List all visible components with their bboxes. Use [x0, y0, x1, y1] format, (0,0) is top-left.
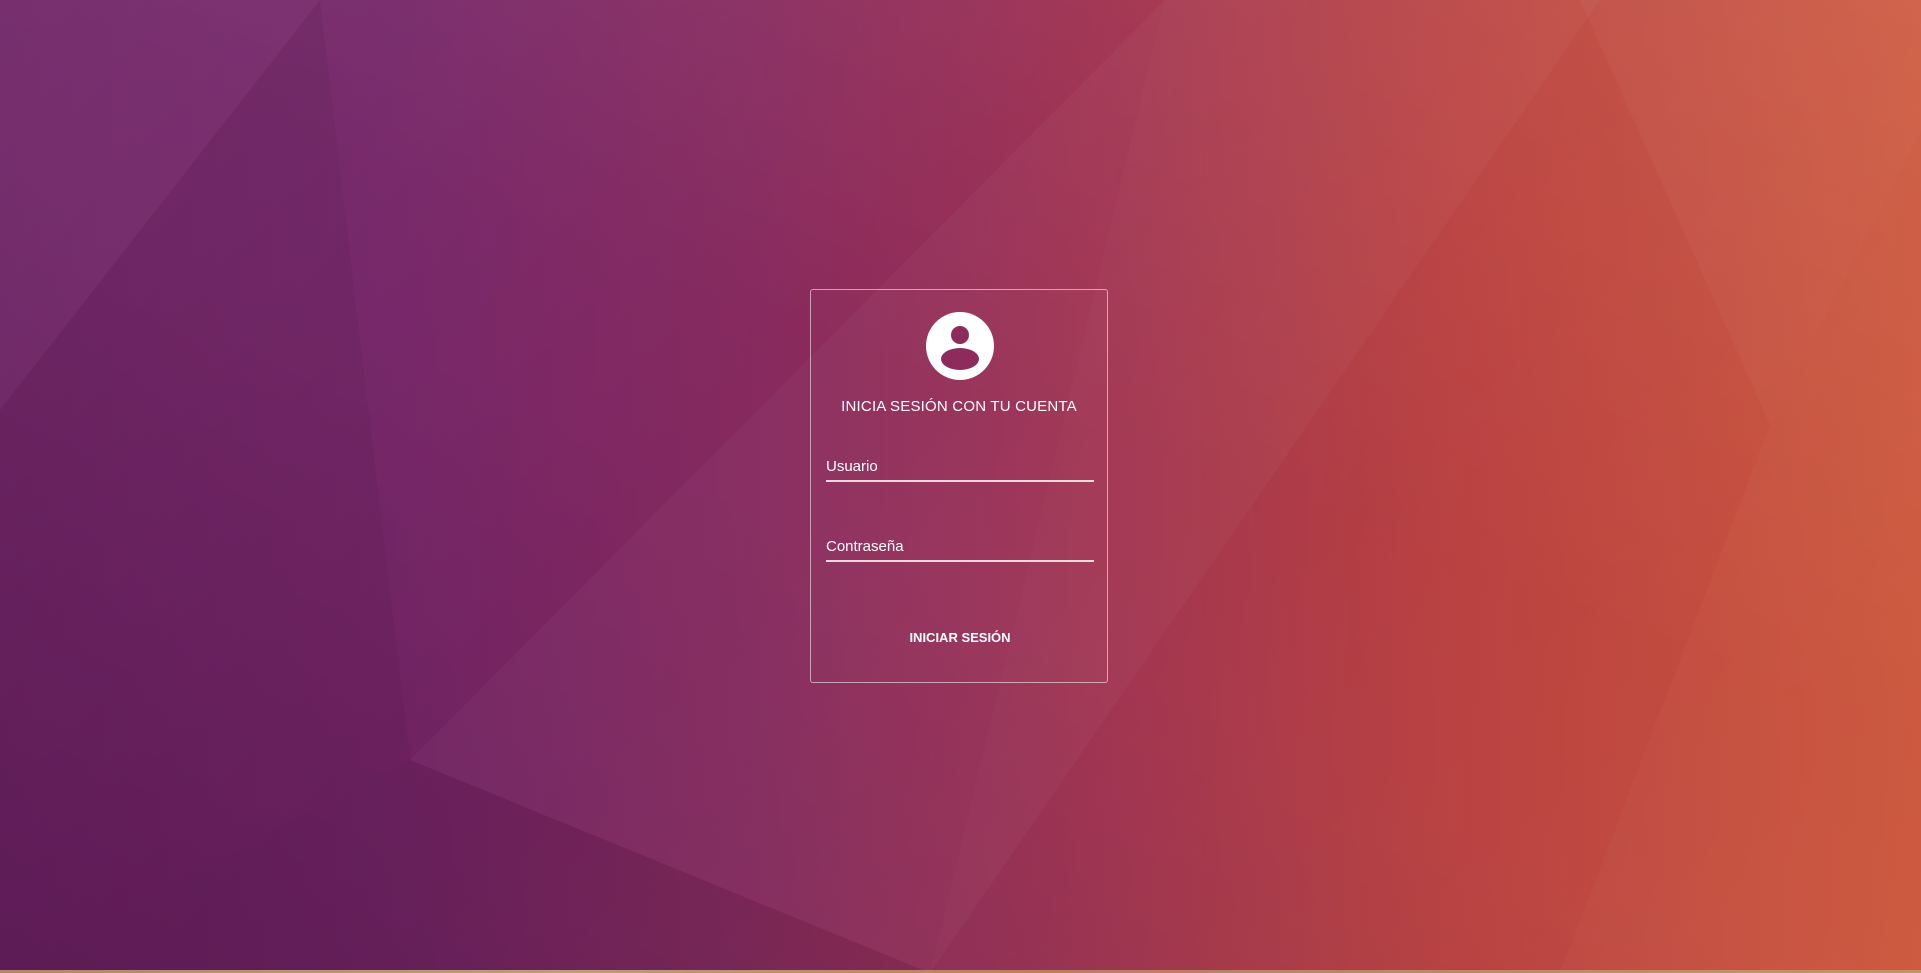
- login-button[interactable]: INICIAR SESIÓN: [894, 620, 1026, 654]
- user-circle-icon: [926, 312, 994, 380]
- password-field[interactable]: Contraseña: [826, 532, 1094, 562]
- login-card: INICIA SESIÓN CON TU CUENTA Usuario Cont…: [810, 289, 1108, 683]
- username-placeholder: Usuario: [826, 458, 878, 475]
- login-screen: INICIA SESIÓN CON TU CUENTA Usuario Cont…: [0, 0, 1921, 973]
- username-field[interactable]: Usuario: [826, 452, 1094, 482]
- login-heading: INICIA SESIÓN CON TU CUENTA: [841, 398, 1077, 415]
- password-placeholder: Contraseña: [826, 538, 904, 555]
